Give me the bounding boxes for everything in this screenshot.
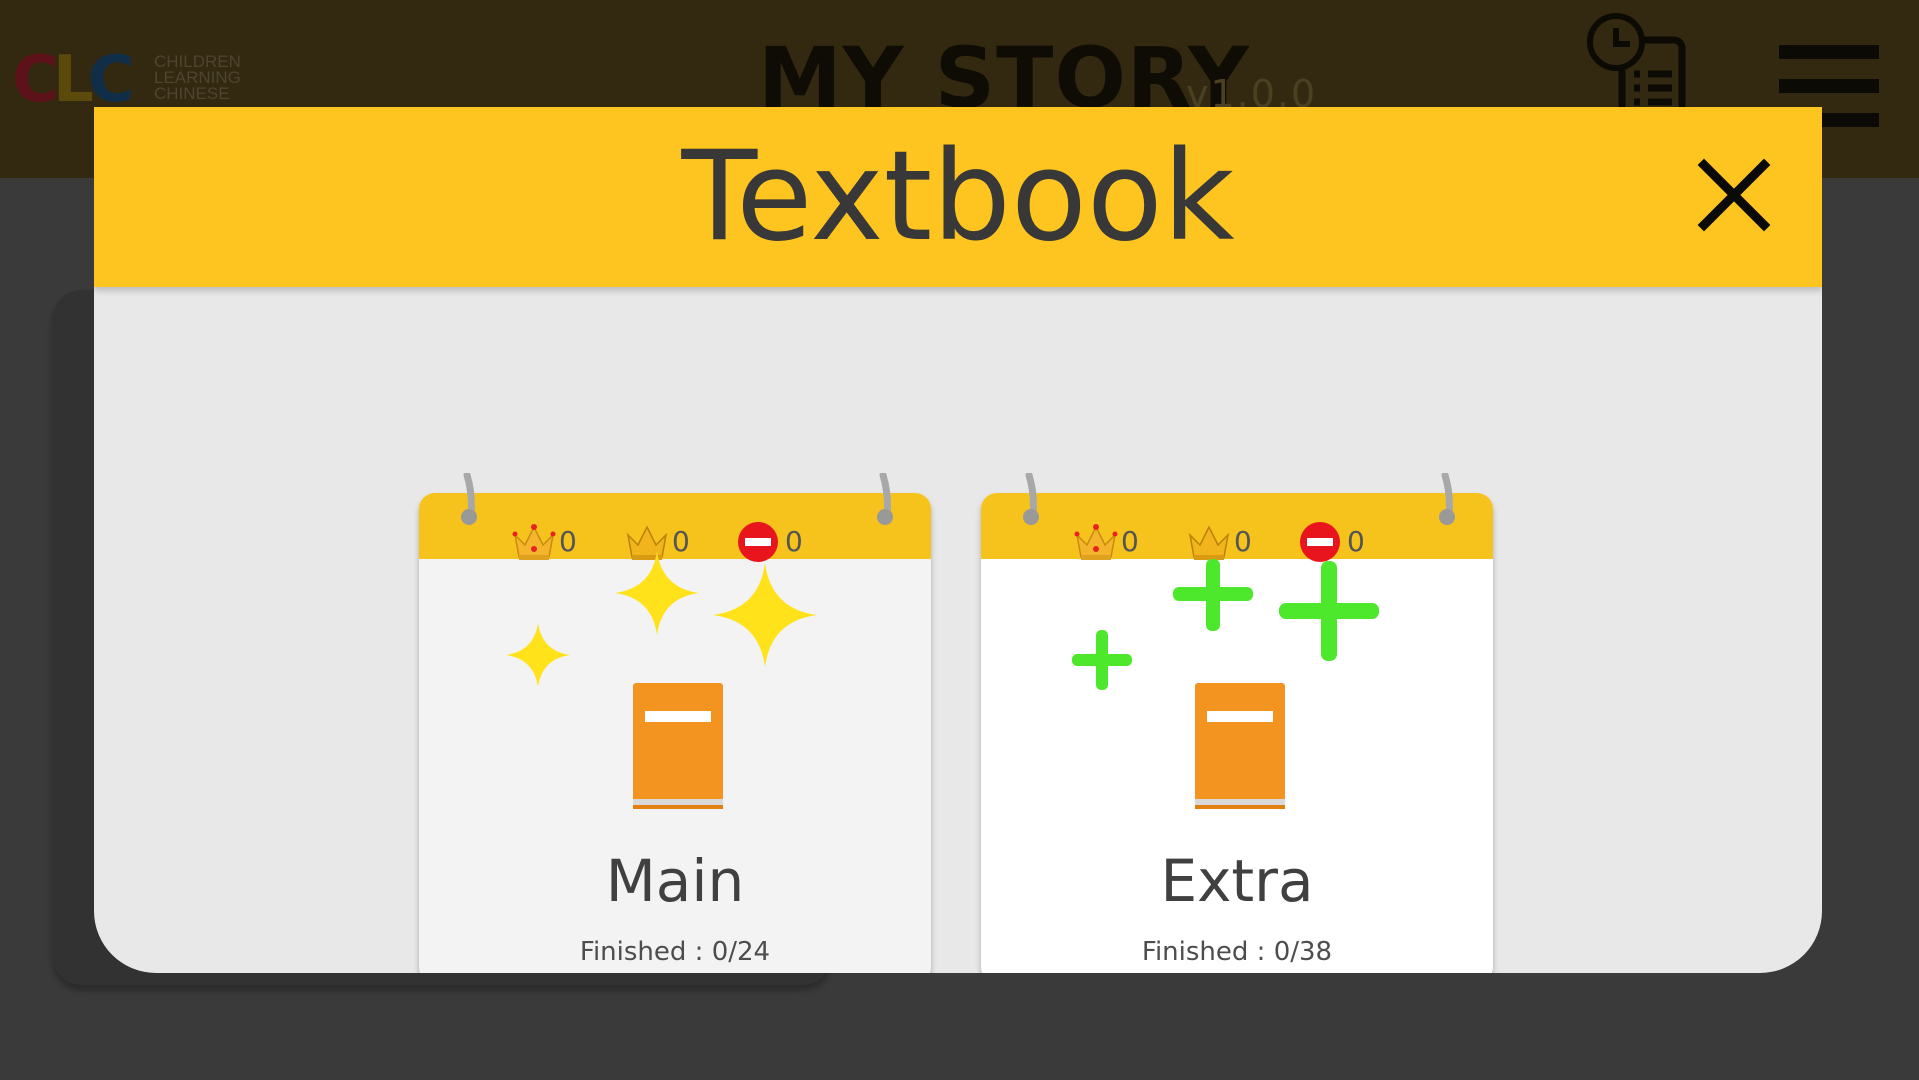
card-progress: Finished : 0/24: [579, 937, 771, 967]
plus-icon: [1173, 559, 1253, 631]
ring-binder-icon: [1023, 473, 1039, 525]
sparkle-icon: [615, 551, 699, 635]
clc-logo: CLC CHILDREN LEARNING CHINESE: [12, 43, 252, 117]
plus-icon: [1279, 561, 1379, 661]
blocked-count: 0: [1347, 525, 1365, 558]
sparkle-icon: [506, 623, 570, 687]
modal-header: Textbook: [94, 107, 1822, 287]
logo-letters: CLC: [12, 43, 135, 117]
ring-binder-icon: [461, 473, 477, 525]
gold-crown-count: 0: [559, 525, 577, 558]
silver-crown-count: 0: [1234, 525, 1252, 558]
modal-title: Textbook: [681, 125, 1235, 269]
card-title: Main: [605, 847, 745, 915]
book-icon: [1195, 683, 1285, 809]
no-entry-icon: [738, 522, 778, 562]
ring-binder-icon: [877, 473, 893, 525]
card-title: Extra: [1160, 847, 1314, 915]
textbook-modal: Textbook 0 0 0 Main Finished: 0/24 0 0 …: [94, 107, 1822, 973]
textbook-card-extra[interactable]: 0 0 0 Extra Finished: 0/38: [981, 473, 1493, 973]
gold-crown-icon: [512, 524, 556, 560]
textbook-card-main[interactable]: 0 0 0 Main Finished: 0/24: [419, 473, 931, 973]
close-icon: [1697, 158, 1771, 232]
blocked-count: 0: [785, 525, 803, 558]
no-entry-icon: [1300, 522, 1340, 562]
sparkle-icon: [713, 563, 817, 667]
history-list-icon[interactable]: [1582, 12, 1698, 122]
gold-crown-icon: [1074, 524, 1118, 560]
book-icon: [633, 683, 723, 809]
plus-icon: [1072, 630, 1132, 690]
logo-text: CHILDREN LEARNING CHINESE: [154, 52, 241, 103]
ring-binder-icon: [1439, 473, 1455, 525]
card-progress: Finished : 0/38: [1141, 937, 1333, 967]
close-button[interactable]: [1696, 157, 1772, 233]
gold-crown-count: 0: [1121, 525, 1139, 558]
